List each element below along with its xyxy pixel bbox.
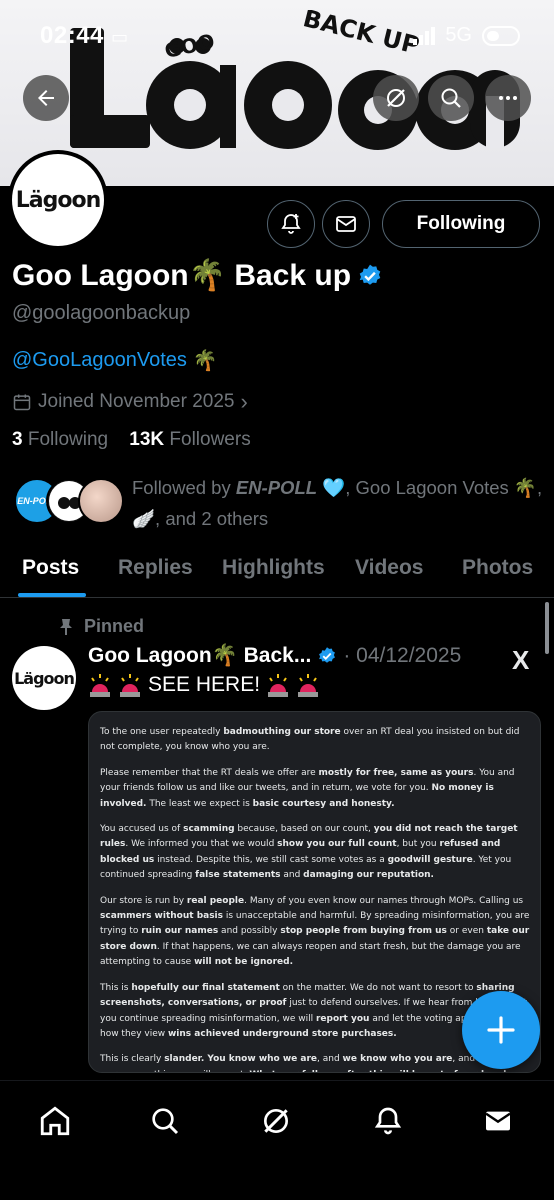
tab-videos[interactable]: Videos bbox=[355, 556, 423, 580]
joined-date[interactable]: Joined November 2025 › bbox=[12, 389, 248, 415]
siren-icon bbox=[120, 674, 140, 697]
pinned-label: Pinned bbox=[58, 616, 144, 637]
siren-icon bbox=[268, 674, 289, 697]
more-button[interactable] bbox=[485, 75, 531, 121]
notice-paragraph-1: To the one user repeatedly badmouthing o… bbox=[100, 727, 520, 753]
notice-paragraph-2: Please remember that the RT deals we off… bbox=[100, 767, 515, 809]
arrow-left-icon bbox=[38, 90, 54, 106]
post-text-content: SEE HERE! bbox=[148, 673, 261, 696]
post-author-name[interactable]: Goo Lagoon🌴 Back... bbox=[88, 644, 311, 668]
avatar-image: Lägoon bbox=[12, 154, 104, 246]
message-button[interactable] bbox=[322, 200, 370, 248]
nav-search[interactable] bbox=[145, 1101, 185, 1141]
post-header: Goo Lagoon🌴 Back... · 04/12/2025 bbox=[88, 644, 461, 668]
followers-count-link[interactable]: 13K Followers bbox=[129, 429, 250, 450]
back-button[interactable] bbox=[23, 75, 69, 121]
status-time: 02:44 ▭ bbox=[40, 22, 129, 50]
avatar-logo: Lägoon bbox=[15, 187, 102, 213]
display-name: Goo Lagoon🌴 Back up bbox=[12, 258, 383, 293]
post-date[interactable]: · 04/12/2025 bbox=[343, 644, 461, 668]
bottom-nav bbox=[0, 1080, 554, 1200]
followed-by-row[interactable]: EN-POLL Followed by EN-POLL 🩵, Goo Lagoo… bbox=[14, 472, 544, 532]
sleep-bed-icon: ▭ bbox=[111, 27, 129, 47]
plus-icon bbox=[487, 1016, 515, 1044]
active-tab-indicator bbox=[18, 593, 86, 597]
follow-counts: 3 Following 13K Followers bbox=[12, 429, 251, 451]
nav-grok[interactable] bbox=[256, 1101, 296, 1141]
envelope-icon bbox=[336, 216, 356, 232]
notice-paragraph-3: You accused us of scamming because, base… bbox=[100, 824, 518, 881]
nav-home[interactable] bbox=[35, 1101, 75, 1141]
bell-icon bbox=[374, 1107, 402, 1135]
pin-icon bbox=[60, 618, 72, 635]
bio: @GooLagoonVotes 🌴 bbox=[12, 348, 218, 373]
tab-highlights[interactable]: Highlights bbox=[222, 556, 325, 580]
nav-notifications[interactable] bbox=[368, 1101, 408, 1141]
tab-replies[interactable]: Replies bbox=[118, 556, 193, 580]
grok-icon bbox=[387, 89, 405, 107]
palm-emoji: 🌴 bbox=[192, 350, 218, 372]
handle: @goolagoonbackup bbox=[12, 302, 191, 324]
home-icon bbox=[40, 1106, 70, 1136]
followed-by-text: Followed by EN-POLL 🩵, Goo Lagoon Votes … bbox=[132, 477, 543, 529]
search-button[interactable] bbox=[428, 75, 474, 121]
x-logo-icon: X bbox=[512, 645, 530, 675]
search-icon bbox=[152, 1108, 179, 1135]
bell-plus-icon bbox=[281, 214, 301, 234]
profile-tabs: Posts Replies Highlights Videos Photos bbox=[0, 540, 554, 598]
post-avatar[interactable]: Lägoon bbox=[12, 646, 76, 710]
display-name-text: Goo Lagoon🌴 Back up bbox=[12, 259, 352, 292]
verified-badge-icon bbox=[359, 264, 381, 285]
notice-paragraph-6: This is clearly slander. You know who we… bbox=[100, 1054, 515, 1072]
calendar-icon bbox=[13, 394, 31, 411]
following-count-link[interactable]: 3 Following bbox=[12, 429, 108, 450]
siren-icon bbox=[90, 674, 110, 697]
post-avatar-logo: Lägoon bbox=[14, 668, 75, 688]
pinned-text: Pinned bbox=[84, 616, 145, 636]
chevron-right-icon: › bbox=[240, 389, 248, 414]
scrollbar[interactable] bbox=[545, 602, 549, 654]
tab-posts[interactable]: Posts bbox=[22, 556, 79, 580]
notice-paragraph-4: Our store is run by real people. Many of… bbox=[100, 895, 530, 968]
post-text: SEE HERE! bbox=[88, 672, 320, 698]
more-dots-icon bbox=[499, 96, 517, 100]
compose-button[interactable] bbox=[462, 991, 540, 1069]
bio-mention-link[interactable]: @GooLagoonVotes bbox=[12, 349, 187, 372]
notify-button[interactable] bbox=[267, 200, 315, 248]
siren-icon bbox=[298, 674, 319, 697]
joined-text: Joined November 2025 bbox=[38, 391, 235, 412]
verified-badge-icon bbox=[319, 647, 336, 663]
grok-icon bbox=[264, 1109, 288, 1133]
following-button[interactable]: Following bbox=[382, 200, 540, 248]
tab-photos[interactable]: Photos bbox=[462, 556, 533, 580]
grok-button[interactable] bbox=[373, 75, 419, 121]
network-label: 5G bbox=[445, 24, 472, 46]
search-icon bbox=[441, 88, 461, 108]
status-bar: 02:44 ▭ 5G bbox=[0, 0, 554, 70]
signal-icon bbox=[413, 26, 436, 45]
follower-avatar-photo bbox=[78, 478, 124, 524]
nav-messages[interactable] bbox=[478, 1101, 518, 1141]
clock-text: 02:44 bbox=[40, 22, 104, 49]
profile-avatar[interactable]: Lägoon bbox=[8, 150, 108, 250]
envelope-icon bbox=[485, 1111, 511, 1131]
battery-icon bbox=[482, 25, 520, 46]
